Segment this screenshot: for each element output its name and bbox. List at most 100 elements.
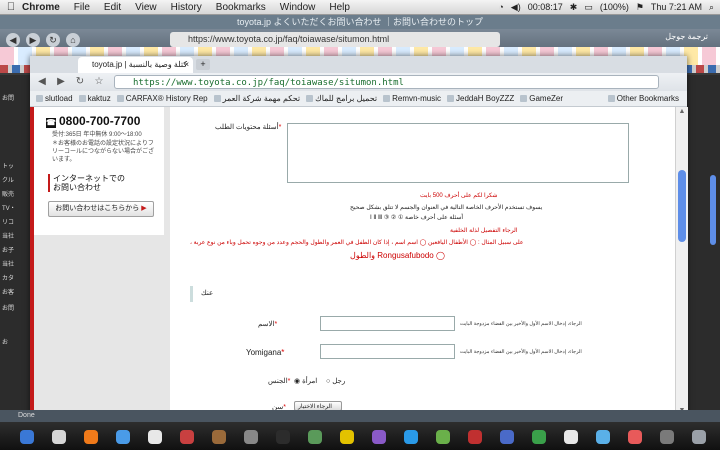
menu-extras: ◔ ◀) 00:08:17 ✱ ▭ (100%) ⚑ Thu 7:21 AM ⌕ [498,0,714,14]
radio-button-icon[interactable]: ○ [326,378,330,385]
reload-icon[interactable]: ↻ [73,75,87,89]
back-window-right-edge [687,75,720,410]
messenger-icon[interactable] [596,430,610,444]
mail-icon[interactable] [148,430,162,444]
quicktime-icon[interactable] [276,430,290,444]
forward-icon[interactable]: ▶ [26,33,40,47]
scrollbar-thumb[interactable] [678,170,686,242]
clock[interactable]: Thu 7:21 AM [651,2,702,12]
bookmark-item[interactable]: GameZer [520,94,563,103]
dashboard-icon[interactable] [52,430,66,444]
left-edge-text: カタ [2,276,15,282]
apple-icon[interactable]:  [0,1,22,13]
yomigana-label-text: Yomigana [246,348,282,357]
radiation-icon[interactable] [340,430,354,444]
tab-title: toyota.jp | كتلة وصية بالنسبة [92,60,188,69]
content-textarea[interactable] [287,123,629,183]
name-field[interactable] [320,316,455,331]
address-bar[interactable]: https://www.toyota.co.jp/faq/toiawase/si… [114,75,659,89]
flag-icon[interactable]: ⚑ [636,2,644,13]
skype-icon[interactable] [404,430,418,444]
bookmark-item[interactable]: تحميل برامج للماك [306,94,377,103]
menu-bookmarks[interactable]: Bookmarks [216,2,266,13]
form-area: أسئلة محتويات الطلب* شكرا لكم على أحرف 5… [170,107,675,418]
close-tab-icon[interactable]: × [184,57,189,73]
bookmark-label: GameZer [529,94,564,103]
left-edge-text: TV・ [2,206,16,212]
menu-window[interactable]: Window [280,2,316,13]
address-book-icon[interactable] [212,430,226,444]
bookmark-label: CARFAX® History Rep [125,94,208,103]
menu-history[interactable]: History [171,2,202,13]
spotlight-icon[interactable]: ⌕ [709,2,714,13]
dock [0,422,720,450]
bookmark-icon [36,95,43,102]
reload-icon[interactable]: ↻ [46,33,60,47]
timer-readout: 00:08:17 [527,2,563,12]
bookmark-icon [306,95,314,102]
bookmark-item[interactable]: CARFAX® History Rep [116,94,208,103]
phone-icon: ☎ [46,118,56,128]
menu-view[interactable]: View [135,2,157,13]
adobe-icon[interactable] [468,430,482,444]
gender-male-option[interactable]: ○ رجل [326,377,345,385]
folder-icon [607,95,615,102]
preview-icon[interactable] [564,430,578,444]
calendar-icon[interactable] [180,430,194,444]
safari-icon[interactable] [116,430,130,444]
inquiry-button[interactable]: お問い合わせはこちらから ▶ [48,201,154,217]
page-scrollbar[interactable]: ▲ ▼ [675,107,688,418]
content-label: أسئلة محتويات الطلب* [215,123,281,131]
required-mark: * [274,321,278,328]
gender-label: الجنس* [268,377,290,385]
bookmark-item[interactable]: kaktuz [78,94,111,103]
other-bookmarks-label: Other Bookmarks [616,94,679,103]
utorrent-icon[interactable] [436,430,450,444]
bluetooth-icon[interactable]: ✱ [570,2,578,13]
menu-file[interactable]: File [74,2,90,13]
menu-help[interactable]: Help [329,2,350,13]
forward-icon[interactable]: ▶ [54,75,68,89]
bookmark-item[interactable]: تحكم مهمة شركة العمر [213,94,300,103]
back-window-scrollbar[interactable] [710,175,716,245]
scroll-up-icon[interactable]: ▲ [678,108,686,116]
downloads-icon[interactable] [660,430,674,444]
battery-icon[interactable]: ▭ [584,2,593,13]
bookmark-item[interactable]: Remvn-music [383,94,441,103]
back-window-url[interactable]: https://www.toyota.co.jp/faq/toiawase/si… [170,32,500,47]
menu-edit[interactable]: Edit [104,2,121,13]
excel-icon[interactable] [532,430,546,444]
radio-button-icon[interactable]: ◉ [294,378,300,385]
tab-bar: toyota.jp | كتلة وصية بالنسبة × + [30,56,687,73]
detail-request: الرجاء التفصيل لذلة الخلفية [450,228,518,234]
firefox-icon[interactable] [84,430,98,444]
service-hours: 受付:365日 年中無休 9:00～18:00 [52,132,142,138]
chrome-icon[interactable] [628,430,642,444]
back-icon[interactable]: ◀ [35,75,49,89]
finder-icon[interactable] [20,430,34,444]
gender-female-option[interactable]: ◉ امرأة [294,377,317,385]
back-icon[interactable]: ◀ [6,33,20,47]
section-about-you: عنك [190,286,661,302]
back-window-translate-tab[interactable]: ترجمة جوجل [665,32,708,41]
trash-icon[interactable] [692,430,706,444]
itunes-icon[interactable] [308,430,322,444]
star-icon[interactable]: ☆ [92,75,106,89]
tel-text: 0800-700-7700 [59,114,141,128]
photo-booth-icon[interactable] [372,430,386,444]
other-bookmarks-button[interactable]: Other Bookmarks [607,94,679,103]
home-icon[interactable]: ⌂ [66,33,80,47]
bookmark-icon [213,95,221,102]
tab-toyota[interactable]: toyota.jp | كتلة وصية بالنسبة × [78,57,193,73]
page-content: ☎ 0800-700-7700 受付:365日 年中無休 9:00～18:00 ＊… [30,107,675,418]
wifi-icon[interactable]: ◔ [498,2,503,12]
menu-app-chrome[interactable]: Chrome [22,2,60,13]
new-tab-button[interactable]: + [196,59,210,70]
word-icon[interactable] [500,430,514,444]
example-note-2: ◯ Rongusafubodo والطول [350,251,445,260]
yomigana-field[interactable] [320,344,455,359]
bookmark-item[interactable]: JeddaH BoyZZZ [447,94,514,103]
bookmark-item[interactable]: slutload [36,94,73,103]
system-preferences-icon[interactable] [244,430,258,444]
volume-icon[interactable]: ◀) [511,2,521,13]
